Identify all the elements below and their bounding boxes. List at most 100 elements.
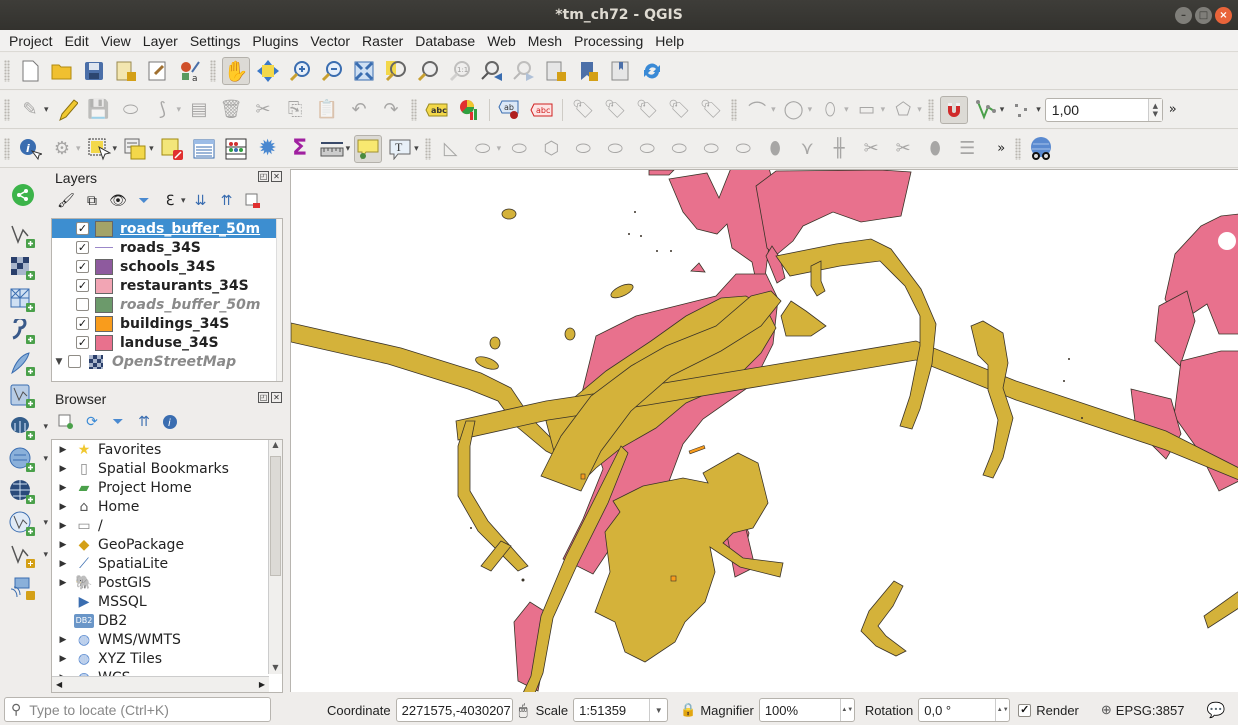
scroll-up-icon[interactable]: ▲ [269, 440, 282, 449]
menu-raster[interactable]: Raster [356, 30, 409, 51]
pan-to-selection-icon[interactable] [254, 57, 282, 85]
add-part-icon[interactable]: ⬭ [601, 135, 629, 163]
add-mesh-layer-icon[interactable] [6, 286, 40, 313]
reshape-features-icon[interactable]: ⬭ [729, 135, 757, 163]
lock-scale-icon[interactable]: 🔒 [680, 702, 696, 718]
deselect-all-icon[interactable] [158, 135, 186, 163]
show-hide-labels-icon[interactable]: abc [528, 96, 556, 124]
layer-row[interactable]: ▼ OpenStreetMap [52, 352, 282, 371]
add-ring-icon[interactable]: ⬭ [569, 135, 597, 163]
zoom-to-layer-icon[interactable] [414, 57, 442, 85]
add-postgis-layer-icon[interactable]: ▾ [6, 414, 48, 441]
chevron-down-icon[interactable]: ▼ [649, 699, 667, 721]
toolbar-grip[interactable] [424, 137, 431, 160]
add-group-icon[interactable]: ⧉ [80, 190, 104, 212]
layer-visibility-checkbox[interactable] [76, 298, 89, 311]
open-attribute-table-icon[interactable] [190, 135, 218, 163]
expand-arrow-icon[interactable]: ▶ [56, 521, 70, 531]
menu-web[interactable]: Web [481, 30, 522, 51]
magnifier-spinbox[interactable]: 100% ▲▼ [758, 698, 855, 722]
layer-symbol-swatch[interactable] [95, 334, 113, 351]
layer-symbol-swatch[interactable] [95, 258, 113, 275]
rotation-spinbox[interactable]: 0,0 ° ▲▼ [918, 698, 1011, 722]
dropdown-arrow-icon[interactable]: ▾ [149, 144, 154, 154]
layer-labeling-icon[interactable]: abc [423, 96, 451, 124]
snapping-tolerance-spinbox[interactable]: 1,00 ▲ ▼ [1044, 97, 1163, 122]
spin-arrows[interactable]: ▲▼ [839, 699, 854, 721]
render-checkbox[interactable]: ✓ [1018, 703, 1032, 717]
map-tips-icon[interactable] [354, 134, 383, 163]
close-panel-button[interactable]: ✕ [271, 171, 282, 182]
toolbar-overflow-button[interactable]: » [997, 141, 1005, 156]
browser-item-label[interactable]: XYZ Tiles [98, 651, 162, 667]
select-by-value-icon[interactable] [121, 135, 149, 163]
rotate-feature-icon[interactable]: ⬭ [505, 135, 533, 163]
layer-row[interactable]: ✓ restaurants_34S [52, 276, 282, 295]
save-project-icon[interactable] [80, 57, 108, 85]
statistical-summary-icon[interactable]: Σ [286, 135, 314, 163]
collapse-all-icon[interactable]: ⇈ [132, 411, 156, 433]
layer-row[interactable]: roads_buffer_50m [52, 295, 282, 314]
redo-icon[interactable]: ↷ [377, 96, 405, 124]
move-label-icon[interactable]: 🏷 [569, 96, 597, 124]
rotate-label-icon[interactable]: 🏷 [665, 96, 693, 124]
new-virtual-layer-icon[interactable] [6, 574, 40, 601]
browser-item-label[interactable]: DB2 [98, 613, 127, 629]
browser-item[interactable]: ▶ MSSQL [52, 592, 282, 611]
remove-layer-icon[interactable] [241, 190, 265, 212]
reverse-line-icon[interactable]: ⋎ [793, 135, 821, 163]
layer-name[interactable]: OpenStreetMap [112, 354, 236, 370]
expand-arrow-icon[interactable]: ▶ [56, 540, 70, 550]
float-panel-button[interactable]: ◰ [258, 392, 269, 403]
add-delimited-text-layer-icon[interactable] [6, 318, 40, 345]
layer-symbol-swatch[interactable] [95, 220, 113, 237]
scroll-left-icon[interactable]: ◀ [56, 680, 62, 689]
new-shapefile-layer-icon[interactable]: ▾ [6, 542, 48, 569]
add-wfs-layer-icon[interactable]: ▾ [6, 510, 48, 537]
scrollbar-thumb[interactable] [270, 456, 281, 576]
layer-name[interactable]: restaurants_34S [120, 278, 249, 294]
delete-selected-icon[interactable]: 🗑 [217, 96, 245, 124]
toolbar-grip[interactable] [4, 98, 10, 121]
expand-arrow-icon[interactable]: ▶ [56, 654, 70, 664]
browser-item[interactable]: ▶ ▭ / [52, 516, 282, 535]
filter-legend-icon[interactable]: ⏷ [132, 190, 156, 212]
layer-diagram-icon[interactable] [455, 96, 483, 124]
layer-symbol-swatch[interactable] [95, 296, 113, 313]
expand-arrow-icon[interactable]: ▶ [56, 502, 70, 512]
menu-vector[interactable]: Vector [304, 30, 356, 51]
browser-item-label[interactable]: Home [98, 499, 139, 515]
layer-name[interactable]: roads_buffer_50m [120, 297, 260, 313]
zoom-native-icon[interactable]: 1:1 [446, 57, 474, 85]
browser-vertical-scrollbar[interactable]: ▲ ▼ [268, 440, 282, 674]
pin-labels-icon[interactable]: ab [496, 96, 524, 124]
add-regular-polygon-icon[interactable]: ⬠ [889, 96, 917, 124]
magnifier-value[interactable]: 100% [765, 703, 798, 718]
zoom-to-selection-icon[interactable] [382, 57, 410, 85]
dropdown-arrow-icon[interactable]: ▾ [43, 518, 48, 528]
zoom-out-icon[interactable] [318, 57, 346, 85]
close-button[interactable]: × [1215, 7, 1232, 24]
scroll-right-icon[interactable]: ▶ [259, 680, 265, 689]
expand-all-icon[interactable]: ⇊ [189, 190, 213, 212]
browser-item[interactable]: ▶ ★ Favorites [52, 440, 282, 459]
snapping-type-icon[interactable] [1008, 96, 1036, 124]
dropdown-arrow-icon[interactable]: ▾ [1000, 105, 1005, 115]
layer-name[interactable]: buildings_34S [120, 316, 229, 332]
refresh-icon[interactable] [638, 57, 666, 85]
new-bookmark-icon[interactable] [574, 57, 602, 85]
layer-symbol-swatch[interactable] [95, 277, 113, 294]
dropdown-arrow-icon[interactable]: ▾ [44, 105, 49, 115]
layer-row[interactable]: ✓ landuse_34S [52, 333, 282, 352]
open-project-icon[interactable] [48, 57, 76, 85]
layer-visibility-checkbox[interactable]: ✓ [76, 241, 89, 254]
layer-row[interactable]: ✓ roads_34S [52, 238, 282, 257]
toolbar-overflow-button[interactable]: » [1169, 102, 1177, 117]
current-edits-icon[interactable]: ✎ [16, 96, 44, 124]
modify-attributes-icon[interactable]: ▤ [185, 96, 213, 124]
vertex-tool-icon[interactable]: ⟆ [149, 96, 177, 124]
split-features-icon[interactable]: ✂ [857, 135, 885, 163]
expand-arrow-icon[interactable]: ▶ [56, 635, 70, 645]
zoom-in-icon[interactable] [286, 57, 314, 85]
dropdown-arrow-icon[interactable]: ▾ [1036, 105, 1041, 115]
